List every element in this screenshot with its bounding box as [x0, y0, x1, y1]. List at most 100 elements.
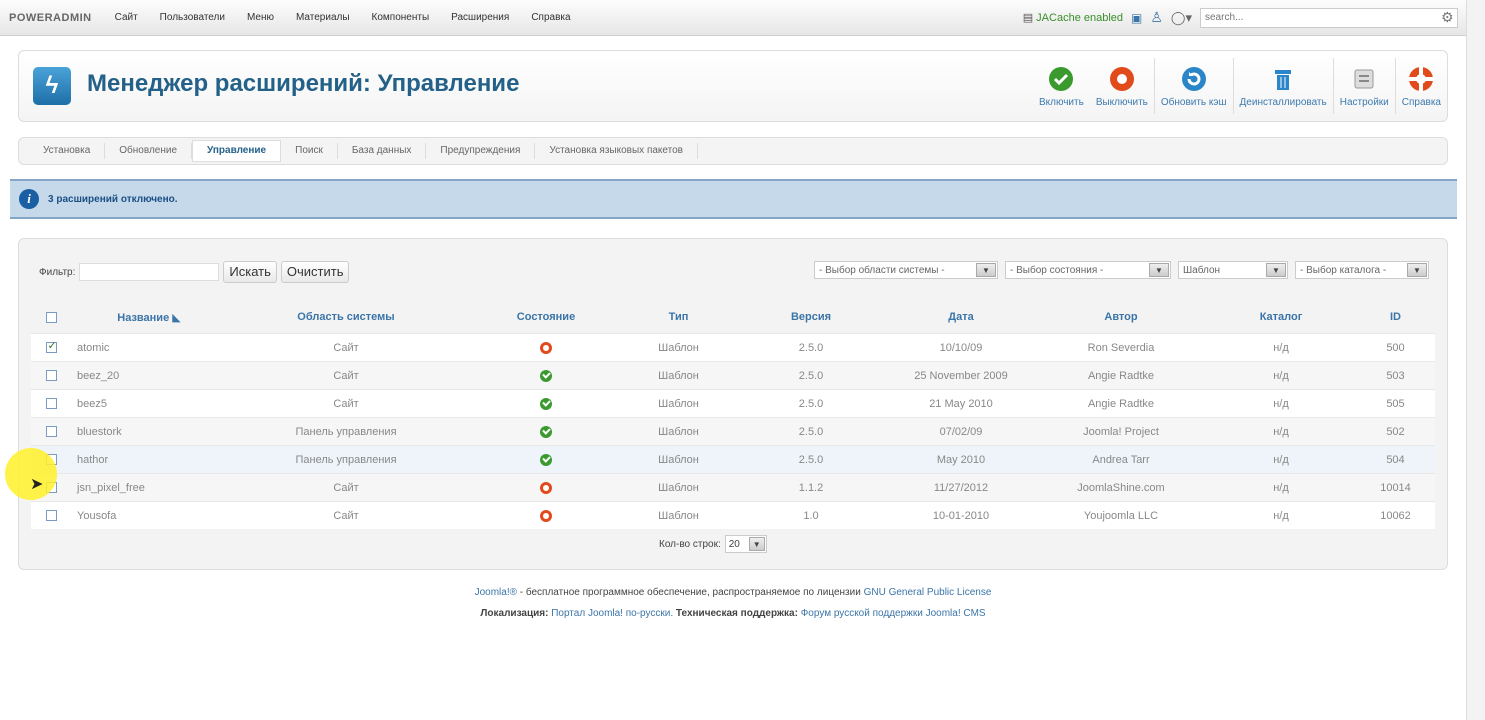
tab-install[interactable]: Установка	[29, 143, 106, 159]
column-header-name-label: Название	[117, 311, 170, 324]
cache-status[interactable]: ▤ JACache enabled	[1023, 11, 1123, 25]
column-header-catalog[interactable]: Каталог	[1206, 311, 1356, 323]
column-header-id[interactable]: ID	[1356, 311, 1435, 323]
clear-button[interactable]: Очистить	[280, 261, 350, 283]
menu-content[interactable]: Материалы	[285, 12, 361, 23]
table-header: Название ◣ Область системы Состояние Тип…	[31, 301, 1435, 333]
menu-extensions[interactable]: Расширения	[440, 12, 520, 23]
row-checkbox[interactable]	[45, 510, 57, 522]
extension-date: 11/27/2012	[933, 481, 989, 494]
tab-install-languages[interactable]: Установка языковых пакетов	[535, 143, 698, 159]
column-header-type[interactable]: Тип	[621, 311, 736, 323]
user-icon[interactable]: ♙	[1150, 9, 1163, 26]
gpl-link[interactable]: GNU General Public License	[864, 587, 992, 598]
row-checkbox[interactable]	[45, 370, 57, 382]
message-text: 3 расширений отключено.	[48, 193, 178, 205]
type-select[interactable]: Шаблон ▼	[1178, 261, 1288, 279]
tab-discover[interactable]: Поиск	[281, 143, 338, 159]
state-cell	[471, 369, 621, 382]
status-dropdown-icon[interactable]: ◯▾	[1171, 10, 1192, 26]
extension-author: Youjoomla LLC	[1083, 509, 1159, 522]
disable-icon	[1108, 65, 1136, 93]
extension-catalog: н/д	[1273, 453, 1289, 466]
table-row: bluestork Панель управления Шаблон 2.5.0 07/…	[31, 417, 1435, 445]
extension-version: 2.5.0	[798, 397, 824, 410]
help-button[interactable]: Справка	[1396, 51, 1447, 121]
options-button[interactable]: Настройки	[1334, 51, 1395, 121]
joomla-russian-portal-link[interactable]: Портал Joomla! по-русски.	[548, 608, 675, 619]
extension-version: 1.1.2	[798, 481, 824, 494]
disabled-icon[interactable]	[540, 341, 552, 354]
filter-search-input[interactable]	[79, 263, 220, 281]
column-header-version[interactable]: Версия	[736, 311, 886, 323]
row-checkbox[interactable]	[45, 398, 57, 410]
enable-button-label: Включить	[1038, 96, 1084, 108]
extension-date: 25 November 2009	[914, 369, 1008, 382]
enabled-icon[interactable]	[540, 453, 552, 466]
disabled-icon[interactable]	[540, 509, 552, 522]
support-forum-link[interactable]: Форум русской поддержки Joomla! CMS	[798, 608, 986, 619]
chevron-down-icon: ▼	[748, 537, 765, 551]
disabled-icon[interactable]	[540, 481, 552, 494]
gear-icon[interactable]: ⚙	[1441, 9, 1454, 26]
menu-components[interactable]: Компоненты	[361, 12, 441, 23]
refresh-cache-button-label: Обновить кэш	[1160, 96, 1227, 108]
extension-area: Панель управления	[295, 425, 397, 438]
column-header-name[interactable]: Название ◣	[71, 311, 221, 324]
column-header-state[interactable]: Состояние	[471, 311, 621, 323]
tab-warnings[interactable]: Предупреждения	[426, 143, 536, 159]
footer-line-2: Локализация: Портал Joomla! по-русски. Т…	[0, 608, 1466, 619]
enabled-icon[interactable]	[540, 369, 552, 382]
menu-help[interactable]: Справка	[520, 12, 581, 23]
tab-manage[interactable]: Управление	[192, 140, 282, 162]
tab-update[interactable]: Обновление	[105, 143, 193, 159]
extension-id: 10014	[1380, 481, 1411, 494]
tab-database[interactable]: База данных	[338, 143, 427, 159]
extension-date: 21 May 2010	[929, 397, 993, 410]
menu-site[interactable]: Сайт	[104, 12, 149, 23]
extension-author: Angie Radtke	[1087, 369, 1155, 382]
column-header-area[interactable]: Область системы	[221, 311, 471, 323]
extension-version: 2.5.0	[798, 369, 824, 382]
rows-per-page-value: 20	[728, 538, 740, 550]
column-header-date[interactable]: Дата	[886, 311, 1036, 323]
row-checkbox[interactable]	[45, 426, 57, 438]
state-select[interactable]: - Выбор состояния - ▼	[1005, 261, 1171, 279]
folder-select[interactable]: - Выбор каталога - ▼	[1295, 261, 1429, 279]
client-select[interactable]: - Выбор области системы - ▼	[814, 261, 998, 279]
column-header-author[interactable]: Автор	[1036, 311, 1206, 323]
table-row: beez_20 Сайт Шаблон 2.5.0 25 November 2009 An…	[31, 361, 1435, 389]
rows-per-page-select[interactable]: 20 ▼	[724, 535, 767, 553]
refresh-cache-button[interactable]: Обновить кэш	[1155, 51, 1233, 121]
joomla-link[interactable]: Joomla!®	[475, 587, 517, 598]
extension-name: bluestork	[77, 425, 122, 438]
extensions-table: Название ◣ Область системы Состояние Тип…	[31, 301, 1435, 529]
page-scrollbar[interactable]	[1466, 0, 1485, 720]
extension-author: Joomla! Project	[1083, 425, 1159, 438]
row-checkbox-cell	[31, 398, 71, 410]
search-input[interactable]	[1200, 7, 1458, 28]
enabled-icon[interactable]	[540, 425, 552, 438]
state-cell	[471, 341, 621, 354]
extension-catalog: н/д	[1273, 341, 1289, 354]
menu-users[interactable]: Пользователи	[149, 12, 236, 23]
row-checkbox-cell	[31, 370, 71, 382]
extension-type: Шаблон	[658, 453, 699, 466]
row-checkbox[interactable]	[45, 342, 57, 354]
filter-selects: - Выбор области системы - ▼ - Выбор состо…	[814, 261, 1429, 279]
select-all-checkbox[interactable]	[45, 311, 57, 323]
search-button[interactable]: Искать	[223, 261, 277, 283]
enabled-icon[interactable]	[540, 397, 552, 410]
state-cell	[471, 453, 621, 466]
submenu-tabs: Установка Обновление Управление Поиск Ба…	[18, 137, 1448, 165]
menu-menus[interactable]: Меню	[236, 12, 285, 23]
disable-button[interactable]: Выключить	[1090, 51, 1154, 121]
extension-area: Сайт	[333, 481, 359, 494]
uninstall-button[interactable]: Деинсталлировать	[1234, 51, 1333, 121]
table-row: beez5 Сайт Шаблон 2.5.0 21 May 2010 Angie Rad…	[31, 389, 1435, 417]
extension-id: 503	[1386, 369, 1405, 382]
monitor-icon[interactable]: ▣	[1131, 11, 1142, 25]
row-checkbox-cell	[31, 510, 71, 522]
enable-button[interactable]: Включить	[1033, 51, 1090, 121]
state-cell	[471, 397, 621, 410]
